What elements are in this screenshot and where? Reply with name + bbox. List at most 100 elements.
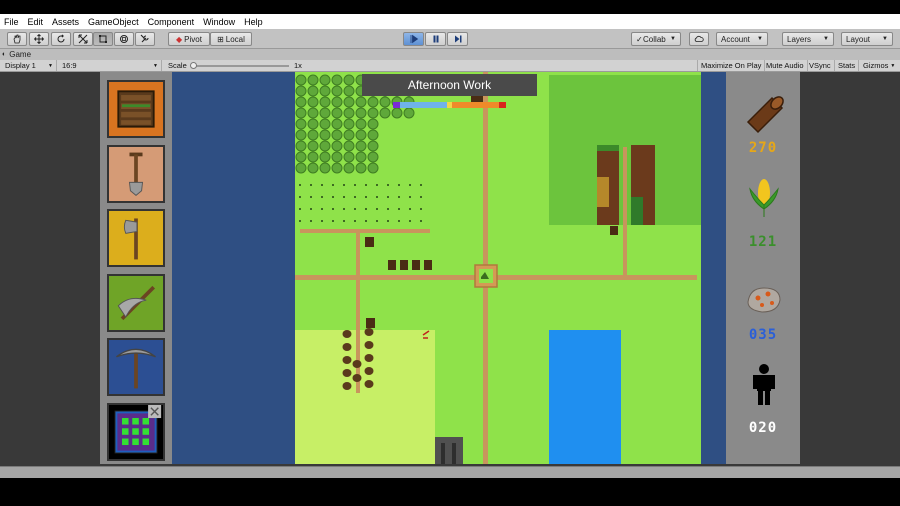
rock	[364, 328, 374, 336]
tree	[331, 74, 343, 86]
sprout	[321, 196, 323, 198]
sprout	[409, 196, 411, 198]
stats-toggle[interactable]: Stats	[835, 60, 860, 71]
scale-slider-track[interactable]	[191, 65, 289, 67]
tree	[307, 140, 319, 152]
sprout	[354, 208, 356, 210]
hand-tool-button[interactable]	[7, 32, 27, 46]
chevron-down-icon: ▼	[823, 36, 829, 42]
sprout	[310, 220, 312, 222]
tree	[295, 129, 307, 141]
menu-file[interactable]: File	[4, 17, 19, 27]
vsync-toggle[interactable]: VSync	[806, 60, 835, 71]
rock	[342, 382, 352, 390]
gate-structure	[435, 437, 463, 464]
mute-audio-toggle[interactable]: Mute Audio	[763, 60, 808, 71]
chevron-down-icon: ▼	[882, 36, 888, 42]
rock	[352, 374, 362, 382]
move-tool-button[interactable]	[29, 32, 49, 46]
tab-game[interactable]: ◐ Game	[2, 49, 31, 60]
crate-icon	[117, 90, 155, 128]
sprout	[343, 208, 345, 210]
sprout	[310, 184, 312, 186]
rotate-icon	[57, 34, 65, 43]
sprout	[321, 220, 323, 222]
display-dropdown[interactable]: Display 1 ▼	[2, 60, 57, 71]
sprout	[299, 196, 301, 198]
tree	[367, 162, 379, 174]
tree	[319, 85, 331, 97]
sprout	[299, 184, 301, 186]
custom-tool-button[interactable]	[135, 32, 155, 46]
cloud-button[interactable]	[689, 32, 709, 46]
local-toggle[interactable]: ⊞ Local	[210, 32, 252, 46]
pause-button[interactable]	[425, 32, 446, 46]
sprout	[420, 208, 422, 210]
tree	[307, 151, 319, 163]
tree	[367, 140, 379, 152]
corn-icon	[742, 175, 786, 219]
pickaxe-tool-button[interactable]	[107, 338, 165, 396]
menu-window[interactable]: Window	[203, 17, 235, 27]
menu-component[interactable]: Component	[148, 17, 195, 27]
transform-tool-button[interactable]	[114, 32, 134, 46]
build-tool-button[interactable]	[107, 80, 165, 138]
rock	[364, 354, 374, 362]
tree	[295, 107, 307, 119]
layout-dropdown[interactable]: Layout ▼	[841, 32, 893, 46]
tree	[367, 107, 379, 119]
aspect-dropdown[interactable]: 16:9 ▼	[59, 60, 162, 71]
chevron-down-icon: ▼	[890, 62, 896, 69]
sprout	[365, 184, 367, 186]
person-icon	[742, 362, 786, 406]
scale-icon	[78, 34, 88, 44]
menu-help[interactable]: Help	[244, 17, 263, 27]
log-icon	[742, 90, 786, 134]
sprout	[387, 220, 389, 222]
grid-tool-button[interactable]	[107, 403, 165, 461]
menu-assets[interactable]: Assets	[52, 17, 79, 27]
rotate-tool-button[interactable]	[51, 32, 71, 46]
sprout	[365, 196, 367, 198]
scythe-tool-button[interactable]	[107, 274, 165, 332]
tree	[331, 107, 343, 119]
tree	[367, 129, 379, 141]
step-button[interactable]	[447, 32, 468, 46]
main-toolbar: ◆ Pivot ⊞ Local ✓ Collab ▼ Account ▼ Lay…	[0, 29, 900, 49]
map-view[interactable]: Afternoon Work	[295, 72, 701, 464]
ore-count: 035	[748, 327, 778, 343]
tree	[331, 140, 343, 152]
pivot-toggle[interactable]: ◆ Pivot	[168, 32, 210, 46]
rect-tool-button[interactable]	[93, 32, 113, 46]
layers-dropdown[interactable]: Layers ▼	[782, 32, 834, 46]
tab-row: ◐ Game	[0, 49, 900, 60]
tree	[319, 140, 331, 152]
menu-edit[interactable]: Edit	[28, 17, 44, 27]
tree	[295, 140, 307, 152]
tree	[343, 151, 355, 163]
collab-dropdown[interactable]: ✓ Collab ▼	[631, 32, 681, 46]
tree	[379, 96, 391, 108]
scale-slider-handle[interactable]	[190, 62, 197, 69]
status-bar	[0, 466, 900, 478]
gizmos-dropdown[interactable]: Gizmos ▼	[860, 60, 898, 71]
play-button[interactable]	[403, 32, 424, 46]
population-count: 020	[748, 420, 778, 436]
local-icon: ⊞	[217, 34, 224, 44]
shovel-tool-button[interactable]	[107, 145, 165, 203]
axe-tool-button[interactable]	[107, 209, 165, 267]
rock	[364, 380, 374, 388]
game-tab-icon: ◐	[2, 51, 7, 58]
tree	[307, 85, 319, 97]
tree	[355, 107, 367, 119]
tree	[319, 151, 331, 163]
scale-tool-button[interactable]	[73, 32, 93, 46]
account-dropdown[interactable]: Account ▼	[716, 32, 768, 46]
map-canvas	[295, 72, 701, 464]
menu-gameobject[interactable]: GameObject	[88, 17, 139, 27]
wood-count: 270	[748, 140, 778, 156]
time-segment-morning	[400, 102, 447, 108]
maximize-on-play-toggle[interactable]: Maximize On Play	[697, 60, 766, 71]
sprout	[398, 184, 400, 186]
phase-title-banner: Afternoon Work	[362, 74, 537, 96]
